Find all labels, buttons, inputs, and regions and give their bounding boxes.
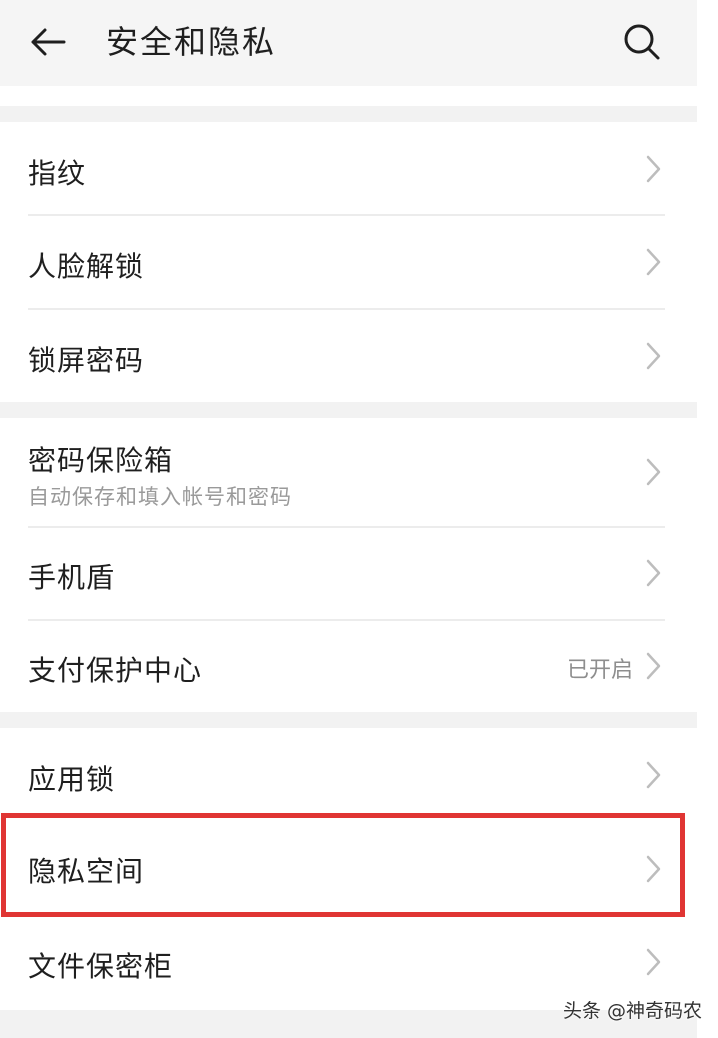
search-button[interactable] — [616, 18, 668, 66]
settings-page: 安全和隐私 指纹 人脸解锁 锁屏密码 密码保险箱 自动保存和填入帐号和密码 手机… — [0, 0, 718, 1038]
chevron-right-icon — [646, 948, 661, 976]
chevron-right-icon — [646, 652, 661, 680]
back-button[interactable] — [22, 18, 74, 66]
settings-item-label: 支付保护中心 — [28, 654, 203, 687]
settings-item-label: 密码保险箱 — [28, 444, 174, 477]
group-gap — [0, 402, 697, 418]
chevron-right-icon — [646, 761, 661, 789]
settings-item-label: 锁屏密码 — [28, 344, 145, 377]
settings-item-payment-protection[interactable]: 支付保护中心 已开启 — [0, 621, 697, 712]
chevron-right-icon — [646, 248, 661, 276]
settings-item-app-lock[interactable]: 应用锁 — [0, 728, 697, 820]
settings-item-phone-shield[interactable]: 手机盾 — [0, 528, 697, 619]
settings-item-lock-screen-password[interactable]: 锁屏密码 — [0, 310, 697, 402]
arrow-left-icon — [31, 28, 66, 56]
settings-item-fingerprint[interactable]: 指纹 — [0, 122, 697, 215]
watermark: 头条 @神奇码农 — [562, 1000, 702, 1022]
settings-item-face-unlock[interactable]: 人脸解锁 — [0, 216, 697, 309]
settings-item-label: 文件保密柜 — [28, 950, 174, 983]
settings-content: 安全和隐私 指纹 人脸解锁 锁屏密码 密码保险箱 自动保存和填入帐号和密码 手机… — [0, 0, 697, 1038]
settings-item-label: 应用锁 — [28, 763, 116, 796]
chevron-right-icon — [646, 559, 661, 587]
settings-item-label: 指纹 — [28, 157, 87, 190]
settings-item-subtitle: 自动保存和填入帐号和密码 — [28, 485, 292, 509]
settings-item-private-space[interactable]: 隐私空间 — [0, 820, 697, 918]
group-gap — [0, 712, 697, 728]
page-title: 安全和隐私 — [106, 23, 277, 61]
settings-item-label: 人脸解锁 — [28, 250, 145, 283]
chevron-right-icon — [646, 342, 661, 370]
app-bar: 安全和隐私 — [0, 0, 697, 86]
search-icon — [624, 24, 660, 60]
header-gap — [0, 86, 697, 106]
settings-item-label: 手机盾 — [28, 561, 116, 594]
chevron-right-icon — [646, 155, 661, 183]
settings-item-password-vault[interactable]: 密码保险箱 自动保存和填入帐号和密码 — [0, 418, 697, 526]
settings-item-label: 隐私空间 — [28, 855, 145, 888]
group-gap — [0, 106, 697, 122]
chevron-right-icon — [646, 458, 661, 486]
settings-item-status: 已开启 — [566, 658, 633, 683]
chevron-right-icon — [646, 855, 661, 883]
